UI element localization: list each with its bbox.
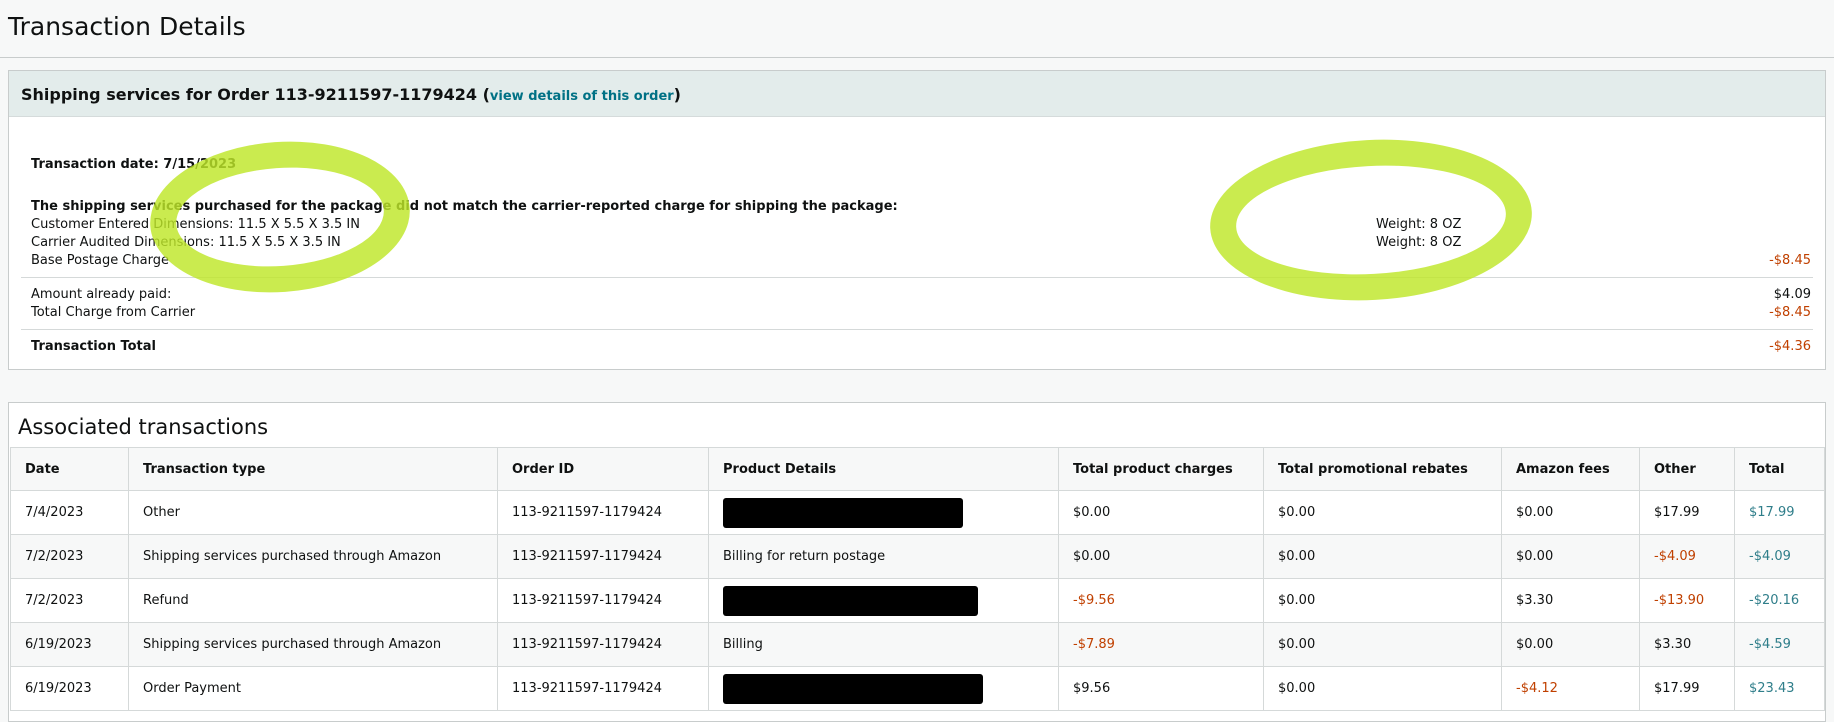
cell-fees: $0.00: [1501, 534, 1640, 579]
cell-rebates: $0.00: [1263, 578, 1502, 623]
cell-other: -$13.90: [1639, 578, 1735, 623]
shipping-panel-header: Shipping services for Order 113-9211597-…: [9, 71, 1825, 117]
paren-close: ): [673, 85, 681, 104]
cell-product: [708, 666, 1059, 711]
carrier-total-label: Total Charge from Carrier: [31, 305, 196, 320]
shipping-heading: Shipping services for Order 113-9211597-…: [21, 85, 478, 104]
redacted-product-name: [723, 585, 978, 616]
column-header: Amazon fees: [1501, 447, 1640, 491]
cell-date: 6/19/2023: [10, 666, 129, 711]
cell-type: Order Payment: [128, 666, 498, 711]
cell-order-id: 113-9211597-1179424: [497, 622, 709, 667]
cell-date: 7/2/2023: [10, 534, 129, 579]
cell-order-id: 113-9211597-1179424: [497, 666, 709, 711]
view-order-details-link[interactable]: view details of this order: [490, 89, 674, 104]
table-row: 7/4/2023 Other 113-9211597-1179424 $0.00…: [10, 490, 1825, 535]
cell-other: $17.99: [1639, 490, 1735, 535]
cell-product-charges: -$9.56: [1058, 578, 1264, 623]
cell-total: $17.99: [1734, 490, 1825, 535]
cell-date: 7/2/2023: [10, 578, 129, 623]
table-row: 6/19/2023 Shipping services purchased th…: [10, 622, 1825, 667]
cell-product-charges: $0.00: [1058, 490, 1264, 535]
cell-type: Shipping services purchased through Amaz…: [128, 534, 498, 579]
cell-product: [708, 578, 1059, 623]
column-header: Total product charges: [1058, 447, 1264, 491]
cell-product-charges: $9.56: [1058, 666, 1264, 711]
table-row: 7/2/2023 Refund 113-9211597-1179424 -$9.…: [10, 578, 1825, 623]
carrier-total-amount: -$8.45: [1769, 305, 1811, 320]
associated-transactions-panel: Associated transactions Date Transaction…: [8, 402, 1826, 722]
column-header: Other: [1639, 447, 1735, 491]
column-header: Date: [10, 447, 129, 491]
cell-product: Billing: [708, 622, 1059, 667]
page-title: Transaction Details: [8, 12, 246, 41]
cell-product: [708, 490, 1059, 535]
cell-fees: $0.00: [1501, 622, 1640, 667]
column-header: Order ID: [497, 447, 709, 491]
cell-total: -$4.59: [1734, 622, 1825, 667]
transaction-total-amount: -$4.36: [1769, 339, 1811, 354]
cell-date: 7/4/2023: [10, 490, 129, 535]
cell-total: -$20.16: [1734, 578, 1825, 623]
amount-paid-label: Amount already paid:: [31, 287, 172, 302]
column-header: Total promotional rebates: [1263, 447, 1502, 491]
divider: [21, 329, 1813, 330]
cell-product-charges: $0.00: [1058, 534, 1264, 579]
base-postage-label: Base Postage Charge: [31, 253, 169, 268]
cell-product-charges: -$7.89: [1058, 622, 1264, 667]
cell-fees: $0.00: [1501, 490, 1640, 535]
amount-paid-value: $4.09: [1773, 287, 1811, 302]
cell-other: -$4.09: [1639, 534, 1735, 579]
cell-fees: -$4.12: [1501, 666, 1640, 711]
cell-order-id: 113-9211597-1179424: [497, 490, 709, 535]
cell-type: Refund: [128, 578, 498, 623]
column-header: Product Details: [708, 447, 1059, 491]
cell-type: Other: [128, 490, 498, 535]
cell-rebates: $0.00: [1263, 666, 1502, 711]
table-header-row: Date Transaction type Order ID Product D…: [10, 447, 1825, 491]
cell-order-id: 113-9211597-1179424: [497, 534, 709, 579]
base-postage-amount: -$8.45: [1769, 253, 1811, 268]
cell-date: 6/19/2023: [10, 622, 129, 667]
cell-fees: $3.30: [1501, 578, 1640, 623]
transactions-table: Date Transaction type Order ID Product D…: [10, 447, 1825, 711]
cell-total: $23.43: [1734, 666, 1825, 711]
cell-rebates: $0.00: [1263, 490, 1502, 535]
cell-rebates: $0.00: [1263, 622, 1502, 667]
title-divider: [0, 57, 1834, 58]
cell-type: Shipping services purchased through Amaz…: [128, 622, 498, 667]
redacted-product-name: [723, 673, 983, 704]
cell-other: $3.30: [1639, 622, 1735, 667]
associated-transactions-title: Associated transactions: [18, 415, 269, 439]
table-row: 7/2/2023 Shipping services purchased thr…: [10, 534, 1825, 579]
paren-open: (: [477, 85, 490, 104]
cell-other: $17.99: [1639, 666, 1735, 711]
cell-total: -$4.09: [1734, 534, 1825, 579]
cell-order-id: 113-9211597-1179424: [497, 578, 709, 623]
column-header: Total: [1734, 447, 1825, 491]
column-header: Transaction type: [128, 447, 498, 491]
transaction-total-label: Transaction Total: [31, 339, 156, 354]
cell-product: Billing for return postage: [708, 534, 1059, 579]
table-row: 6/19/2023 Order Payment 113-9211597-1179…: [10, 666, 1825, 711]
cell-rebates: $0.00: [1263, 534, 1502, 579]
redacted-product-name: [723, 497, 963, 528]
